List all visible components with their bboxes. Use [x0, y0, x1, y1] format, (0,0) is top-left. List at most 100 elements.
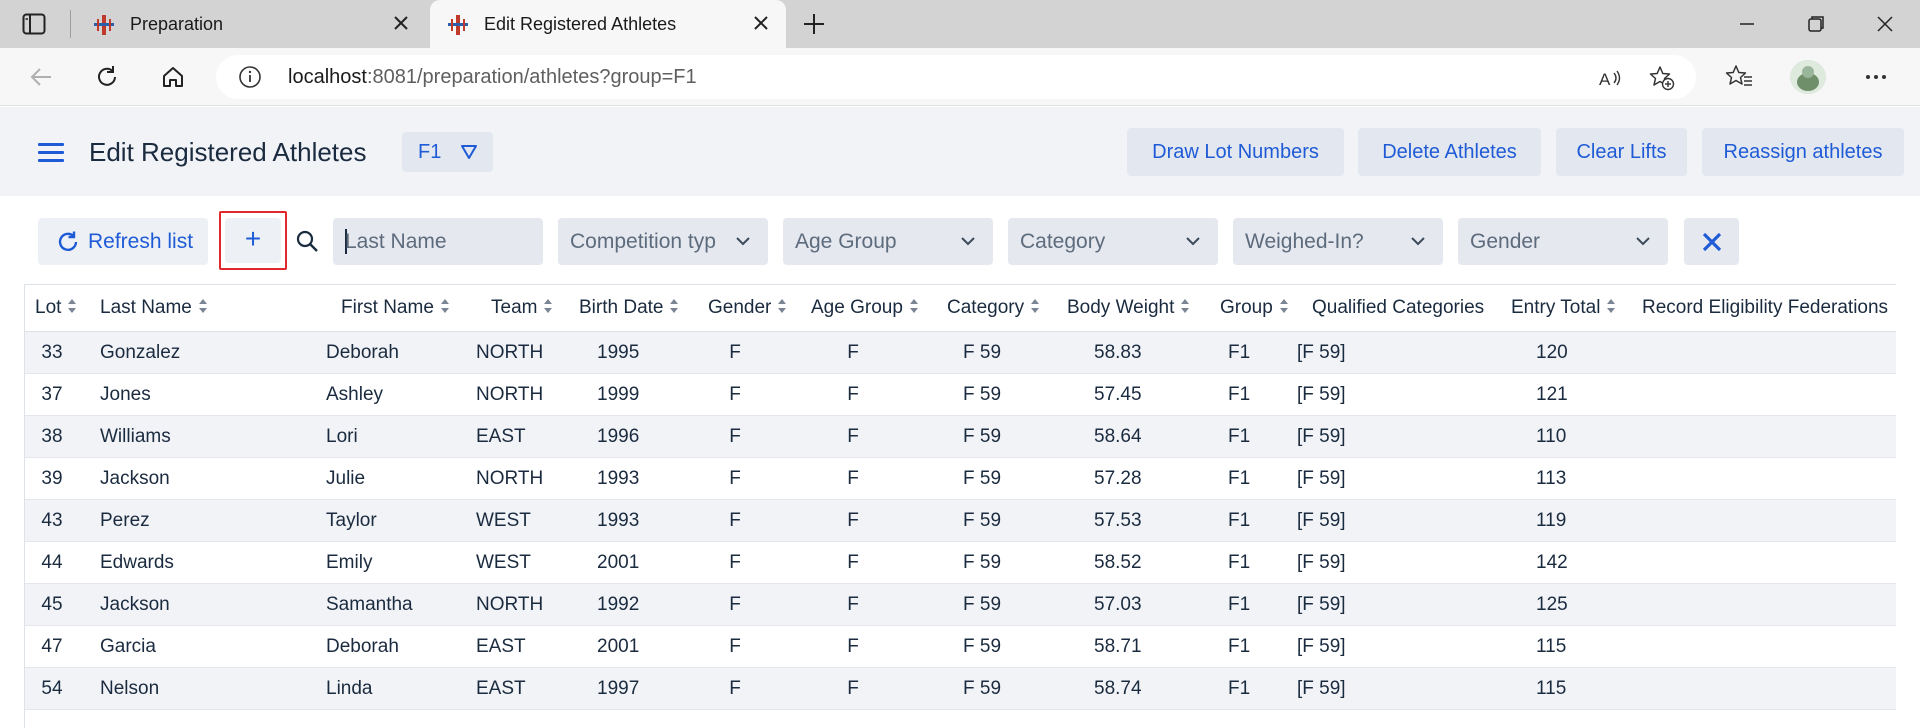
- sort-icon[interactable]: [1279, 298, 1289, 314]
- cell-age-group: F: [847, 510, 859, 531]
- cell-birth: 1996: [597, 426, 640, 447]
- profile-avatar[interactable]: [1790, 60, 1826, 94]
- add-athlete-button[interactable]: +: [225, 218, 281, 263]
- column-header-qualified-categories[interactable]: Qualified Categories: [1312, 297, 1484, 319]
- weighed-in-filter[interactable]: Weighed-In?: [1233, 218, 1443, 265]
- table-row[interactable]: 37 Jones Ashley NORTH 1999 F F F 59 57.45 F1 [F 59…: [25, 374, 1896, 416]
- info-icon[interactable]: [238, 65, 262, 89]
- column-header-age-group[interactable]: Age Group: [811, 297, 919, 319]
- column-header-lot[interactable]: Lot: [35, 297, 77, 319]
- chevron-down-icon: [1411, 237, 1425, 246]
- tab-preparation[interactable]: Preparation: [76, 0, 426, 48]
- table-row[interactable]: 43 Perez Taylor WEST 1993 F F F 59 57.53 F1 [F 59]…: [25, 500, 1896, 542]
- cell-last-name: Nelson: [100, 678, 160, 699]
- clear-filters-button[interactable]: [1684, 218, 1739, 265]
- cell-qualified: [F 59]: [1297, 426, 1346, 447]
- competition-type-filter[interactable]: Competition typ: [558, 218, 768, 265]
- chevron-down-icon: [961, 237, 975, 246]
- column-header-body-weight[interactable]: Body Weight: [1067, 297, 1190, 319]
- sidebar-toggle-icon[interactable]: [22, 13, 46, 35]
- app-header: Edit Registered Athletes F1 Draw Lot Num…: [0, 107, 1920, 196]
- sort-icon[interactable]: [1030, 298, 1040, 314]
- close-window-icon[interactable]: [1871, 10, 1899, 38]
- browser-address-bar: localhost:8081/preparation/athletes?grou…: [0, 48, 1920, 106]
- column-header-group[interactable]: Group: [1220, 297, 1289, 319]
- back-arrow-icon[interactable]: [27, 63, 55, 91]
- sort-icon[interactable]: [777, 298, 787, 314]
- category-filter[interactable]: Category: [1008, 218, 1218, 265]
- cell-age-group: F: [847, 342, 859, 363]
- restore-icon[interactable]: [1802, 10, 1830, 38]
- home-icon[interactable]: [159, 63, 187, 91]
- age-group-filter[interactable]: Age Group: [783, 218, 993, 265]
- cell-group: F1: [1228, 636, 1251, 657]
- gender-filter[interactable]: Gender: [1458, 218, 1668, 265]
- sort-icon[interactable]: [1606, 298, 1616, 314]
- column-header-category[interactable]: Category: [947, 297, 1040, 319]
- table-row[interactable]: 33 Gonzalez Deborah NORTH 1995 F F F 59 58.83 F1 […: [25, 332, 1896, 374]
- tab-title: Preparation: [130, 14, 224, 34]
- sort-icon[interactable]: [669, 298, 679, 314]
- sort-icon[interactable]: [198, 298, 208, 314]
- cell-first-name: Lori: [326, 426, 358, 447]
- table-row[interactable]: 38 Williams Lori EAST 1996 F F F 59 58.64 F1 [F 59…: [25, 416, 1896, 458]
- cell-entry-total: 110: [1536, 426, 1567, 447]
- cell-body-weight: 58.52: [1094, 552, 1142, 573]
- sort-icon[interactable]: [909, 298, 919, 314]
- clear-lifts-button[interactable]: Clear Lifts: [1556, 128, 1687, 176]
- search-icon: [296, 230, 318, 252]
- table-row[interactable]: 54 Nelson Linda EAST 1997 F F F 59 58.74 F1 [F 59]…: [25, 668, 1896, 710]
- delete-athletes-button[interactable]: Delete Athletes: [1358, 128, 1541, 176]
- cell-last-name: Edwards: [100, 552, 174, 573]
- table-row[interactable]: 44 Edwards Emily WEST 2001 F F F 59 58.52 F1 [F 59…: [25, 542, 1896, 584]
- refresh-list-button[interactable]: Refresh list: [38, 218, 208, 265]
- column-header-first-name[interactable]: First Name: [341, 297, 450, 319]
- cell-first-name: Samantha: [326, 594, 413, 615]
- cell-last-name: Jackson: [100, 594, 170, 615]
- group-select[interactable]: F1: [402, 132, 493, 172]
- table-row[interactable]: 39 Jackson Julie NORTH 1993 F F F 59 57.28 F1 [F 5…: [25, 458, 1896, 500]
- last-name-input[interactable]: [333, 218, 543, 265]
- cell-first-name: Linda: [326, 678, 373, 699]
- cell-first-name: Julie: [326, 468, 366, 489]
- new-tab-icon[interactable]: [800, 10, 828, 38]
- column-header-record-eligibility[interactable]: Record Eligibility Federations: [1642, 297, 1888, 319]
- cell-gender: F: [729, 342, 741, 363]
- sort-icon[interactable]: [1180, 298, 1190, 314]
- sort-icon[interactable]: [67, 298, 77, 314]
- url-bar[interactable]: localhost:8081/preparation/athletes?grou…: [216, 55, 1696, 99]
- cell-lot: 39: [41, 468, 63, 489]
- reload-icon[interactable]: [93, 63, 121, 91]
- menu-icon[interactable]: [38, 143, 64, 163]
- close-icon[interactable]: [750, 12, 772, 34]
- table-row[interactable]: 45 Jackson Samantha NORTH 1992 F F F 59 57.03 F1 […: [25, 584, 1896, 626]
- cell-age-group: F: [847, 426, 859, 447]
- minimize-icon[interactable]: [1733, 10, 1761, 38]
- column-header-birth-date[interactable]: Birth Date: [579, 297, 679, 319]
- cell-birth: 1995: [597, 342, 640, 363]
- read-aloud-icon[interactable]: A: [1596, 64, 1624, 92]
- table-row[interactable]: 47 Garcia Deborah EAST 2001 F F F 59 58.71 F1 [F 5…: [25, 626, 1896, 668]
- column-header-last-name[interactable]: Last Name: [100, 297, 208, 319]
- reassign-athletes-button[interactable]: Reassign athletes: [1702, 128, 1904, 176]
- tab-edit-registered-athletes[interactable]: Edit Registered Athletes: [430, 0, 786, 48]
- draw-lot-numbers-button[interactable]: Draw Lot Numbers: [1127, 128, 1344, 176]
- column-header-gender[interactable]: Gender: [708, 297, 787, 319]
- close-icon[interactable]: [390, 12, 412, 34]
- column-header-entry-total[interactable]: Entry Total: [1511, 297, 1616, 319]
- cell-last-name: Gonzalez: [100, 342, 181, 363]
- cell-body-weight: 58.71: [1094, 636, 1142, 657]
- group-select-value: F1: [418, 141, 442, 163]
- column-header-team[interactable]: Team: [491, 297, 553, 319]
- url-text[interactable]: localhost:8081/preparation/athletes?grou…: [288, 66, 697, 89]
- cell-group: F1: [1228, 678, 1251, 699]
- favorites-icon[interactable]: [1725, 63, 1753, 91]
- last-name-filter[interactable]: [333, 218, 543, 265]
- cell-group: F1: [1228, 510, 1251, 531]
- sort-icon[interactable]: [543, 298, 553, 314]
- add-favorite-icon[interactable]: [1648, 64, 1676, 92]
- sort-icon[interactable]: [440, 298, 450, 314]
- cell-team: NORTH: [476, 468, 544, 489]
- more-icon[interactable]: [1862, 63, 1890, 91]
- cell-lot: 43: [41, 510, 63, 531]
